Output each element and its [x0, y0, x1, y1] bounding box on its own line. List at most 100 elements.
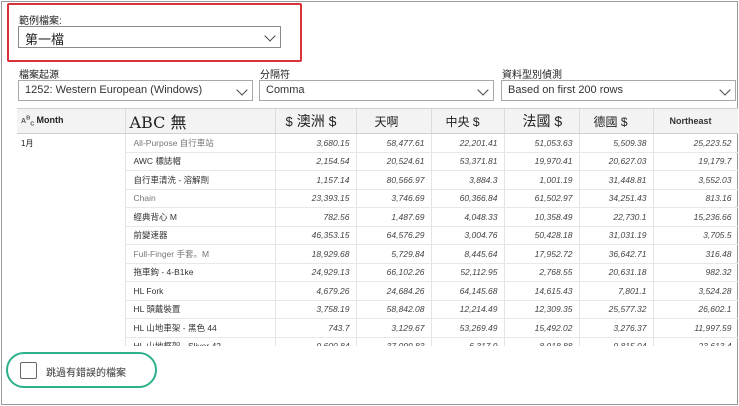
column-header-c4[interactable]: 法國 $ — [504, 109, 580, 134]
table-cell-c3: 22,201.41 — [431, 133, 505, 153]
delimiter-dropdown[interactable]: Comma — [259, 80, 494, 101]
table-cell-c6: 316.48 — [653, 244, 738, 264]
header-row: ABC Month ABC 無 $ 澳洲 $ 天啊 中央 $ 法國 $ 德國 $ N… — [17, 109, 738, 134]
delimiter-value: Comma — [266, 84, 305, 96]
table-cell-month — [17, 263, 126, 282]
file-origin-label: 檔案起源 — [19, 70, 59, 81]
table-cell-c2: 80,566.97 — [356, 170, 432, 190]
table-row: HL 頭戴裝置 3,758.19 58,842.08 12,214.49 12,309.… — [17, 300, 738, 319]
table-cell-name: HL Fork — [125, 281, 276, 301]
column-header-c5[interactable]: 德國 $ — [579, 109, 654, 134]
table-cell-name: 拖車鉤 - 4-B1ke — [125, 263, 276, 282]
table-cell-c3: 4,048.33 — [431, 207, 505, 227]
table-cell-c2: 3,746.69 — [356, 189, 432, 208]
table-cell-c4: 12,309.35 — [504, 300, 580, 319]
chevron-down-icon — [236, 84, 248, 96]
preview-grid[interactable]: ABC Month ABC 無 $ 澳洲 $ 天啊 中央 $ 法國 $ 德國 $ N… — [17, 108, 738, 346]
table-cell-c6: 3,705.5 — [653, 226, 738, 245]
table-cell-c5: 22,730.1 — [579, 207, 654, 227]
table-cell-c4: 50,428.18 — [504, 226, 580, 245]
column-header-month[interactable]: ABC Month — [17, 109, 126, 134]
table-cell-c3: 6,317.9 — [431, 337, 505, 346]
table-row: 前變速器 46,353.15 64,576.29 3,004.76 50,428.18 3… — [17, 226, 738, 245]
file-origin-dropdown[interactable]: 1252: Western European (Windows) — [18, 80, 253, 101]
column-header-c2[interactable]: 天啊 — [356, 109, 432, 134]
table-cell-month — [17, 300, 126, 319]
table-cell-c5: 36,642.71 — [579, 244, 654, 264]
type-detection-label: 資料型別偵測 — [502, 70, 562, 81]
table-cell-c4: 8,918.88 — [504, 337, 580, 346]
column-header-c1[interactable]: $ 澳洲 $ — [275, 109, 357, 134]
table-cell-c1: 3,758.19 — [275, 300, 357, 319]
table-cell-c1: 782.56 — [275, 207, 357, 227]
chevron-down-icon — [264, 30, 276, 42]
abc-type-icon: ABC — [21, 115, 35, 128]
table-cell-c3: 12,214.49 — [431, 300, 505, 319]
table-cell-c2: 20,524.61 — [356, 152, 432, 171]
type-detection-value: Based on first 200 rows — [508, 84, 623, 96]
column-header-c3[interactable]: 中央 $ — [431, 109, 505, 134]
table-cell-name: 經典背心 M — [125, 207, 276, 227]
table-row: 1月 All-Purpose 自行車站 3,680.15 58,477.61 22,20… — [17, 133, 738, 153]
table-row: Full-Finger 手套。M 18,929.68 5,729.84 8,445.6… — [17, 244, 738, 264]
table-cell-c1: 9,600.84 — [275, 337, 357, 346]
skip-errors-label: 跳過有錯誤的檔案 — [46, 368, 126, 379]
table-cell-c2: 58,477.61 — [356, 133, 432, 153]
table-cell-c5: 5,509.38 — [579, 133, 654, 153]
table-cell-month — [17, 170, 126, 189]
table-cell-month — [17, 244, 126, 263]
table-cell-month — [17, 281, 126, 300]
preview-table-body: 1月 All-Purpose 自行車站 3,680.15 58,477.61 22,20… — [17, 133, 738, 346]
table-cell-month — [17, 152, 126, 171]
table-row: Chain 23,393.15 3,746.69 60,366.84 61,502.97… — [17, 189, 738, 208]
chevron-down-icon — [477, 84, 489, 96]
table-cell-c5: 9,815.04 — [579, 337, 654, 346]
table-cell-c4: 1,001.19 — [504, 170, 580, 190]
table-cell-c4: 51,053.63 — [504, 133, 580, 153]
table-cell-c4: 15,492.02 — [504, 318, 580, 338]
table-cell-c1: 18,929.68 — [275, 244, 357, 264]
table-cell-name: 前變速器 — [125, 226, 276, 245]
table-cell-name: HL 山地車架 - 黑色 44 — [125, 318, 276, 338]
table-cell-c6: 3,524.28 — [653, 281, 738, 301]
table-cell-c1: 743.7 — [275, 318, 357, 338]
table-cell-c4: 17,952.72 — [504, 244, 580, 264]
column-header-c6[interactable]: Northeast — [653, 109, 738, 134]
table-cell-month — [17, 318, 126, 337]
table-cell-c1: 46,353.15 — [275, 226, 357, 245]
type-detection-dropdown[interactable]: Based on first 200 rows — [501, 80, 736, 101]
table-cell-c4: 14,615.43 — [504, 281, 580, 301]
table-cell-c6: 25,223.52 — [653, 133, 738, 153]
skip-errors-checkbox[interactable] — [20, 362, 37, 379]
table-row: HL Fork 4,679.26 24,684.26 64,145.68 14,615.… — [17, 281, 738, 301]
table-cell-c6: 23,613.4 — [653, 337, 738, 346]
table-cell-c5: 3,276.37 — [579, 318, 654, 338]
table-cell-c2: 64,576.29 — [356, 226, 432, 245]
table-cell-c1: 3,680.15 — [275, 133, 357, 153]
sample-file-dropdown[interactable]: 第一檔 — [18, 26, 281, 48]
table-cell-name: AWC 標誌帽 — [125, 152, 276, 171]
table-cell-c4: 2,768.55 — [504, 263, 580, 282]
table-cell-c1: 23,393.15 — [275, 189, 357, 208]
table-cell-c6: 19,179.7 — [653, 152, 738, 171]
table-cell-c1: 24,929.13 — [275, 263, 357, 282]
table-cell-c6: 26,602.1 — [653, 300, 738, 319]
dollar-icon: $ — [285, 114, 293, 129]
table-cell-c5: 31,448.81 — [579, 170, 654, 190]
table-cell-c3: 3,884.3 — [431, 170, 505, 190]
table-cell-c6: 11,997.59 — [653, 318, 738, 338]
table-cell-name: Chain — [125, 189, 276, 208]
table-cell-month — [17, 189, 126, 208]
table-row: 自行車清洗 - 溶解劑 1,157.14 80,566.97 3,884.3 1,001… — [17, 170, 738, 190]
table-cell-month — [17, 226, 126, 245]
table-cell-c3: 53,371.81 — [431, 152, 505, 171]
delimiter-label: 分隔符 — [260, 70, 290, 81]
column-header-abc[interactable]: ABC 無 — [125, 109, 276, 134]
table-cell-c3: 53,269.49 — [431, 318, 505, 338]
table-cell-name: 自行車清洗 - 溶解劑 — [125, 170, 276, 190]
table-cell-c3: 3,004.76 — [431, 226, 505, 245]
table-cell-month — [17, 207, 126, 226]
sample-file-label: 範例檔案: — [19, 16, 62, 27]
table-cell-name: Full-Finger 手套。M — [125, 244, 276, 264]
table-cell-c3: 60,366.84 — [431, 189, 505, 208]
